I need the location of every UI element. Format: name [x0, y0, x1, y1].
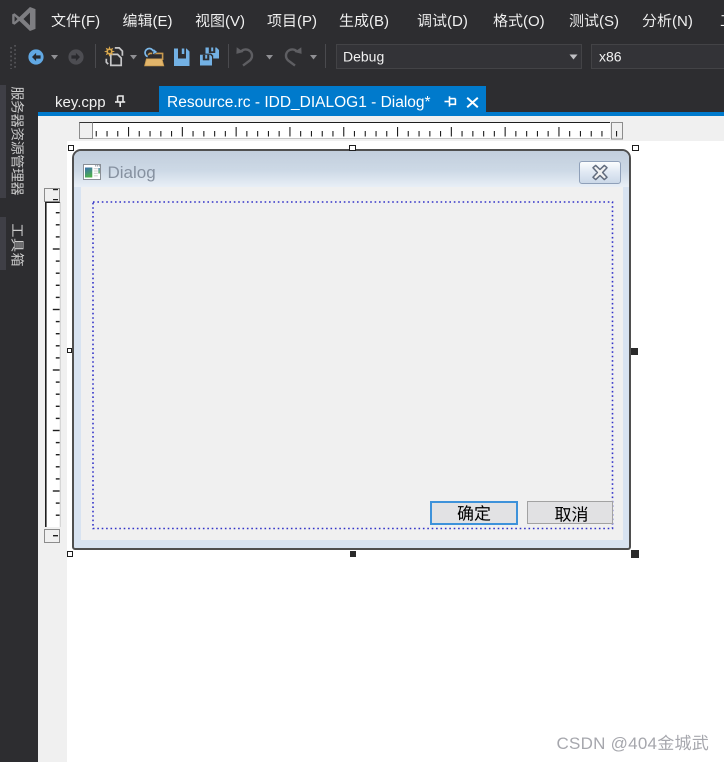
svg-text:key.cpp: key.cpp — [55, 94, 106, 111]
svg-text:Debug: Debug — [343, 49, 384, 65]
svg-text:x86: x86 — [599, 49, 622, 65]
svg-text:(V): (V) — [225, 13, 245, 30]
svg-text:(P): (P) — [297, 13, 317, 30]
svg-text:(N): (N) — [672, 13, 693, 30]
svg-text:(F): (F) — [81, 13, 100, 30]
svg-text:(B): (B) — [369, 13, 389, 30]
svg-text:(D): (D) — [447, 13, 468, 30]
svg-text:(S): (S) — [599, 13, 619, 30]
svg-text:(E): (E) — [153, 13, 173, 30]
svg-text:Dialog: Dialog — [108, 163, 156, 182]
svg-text:CSDN @404: CSDN @404 — [557, 734, 658, 753]
svg-text:(O): (O) — [523, 13, 545, 30]
svg-text:Resource.rc - IDD_DIALOG1 - Di: Resource.rc - IDD_DIALOG1 - Dialog* — [167, 94, 431, 111]
